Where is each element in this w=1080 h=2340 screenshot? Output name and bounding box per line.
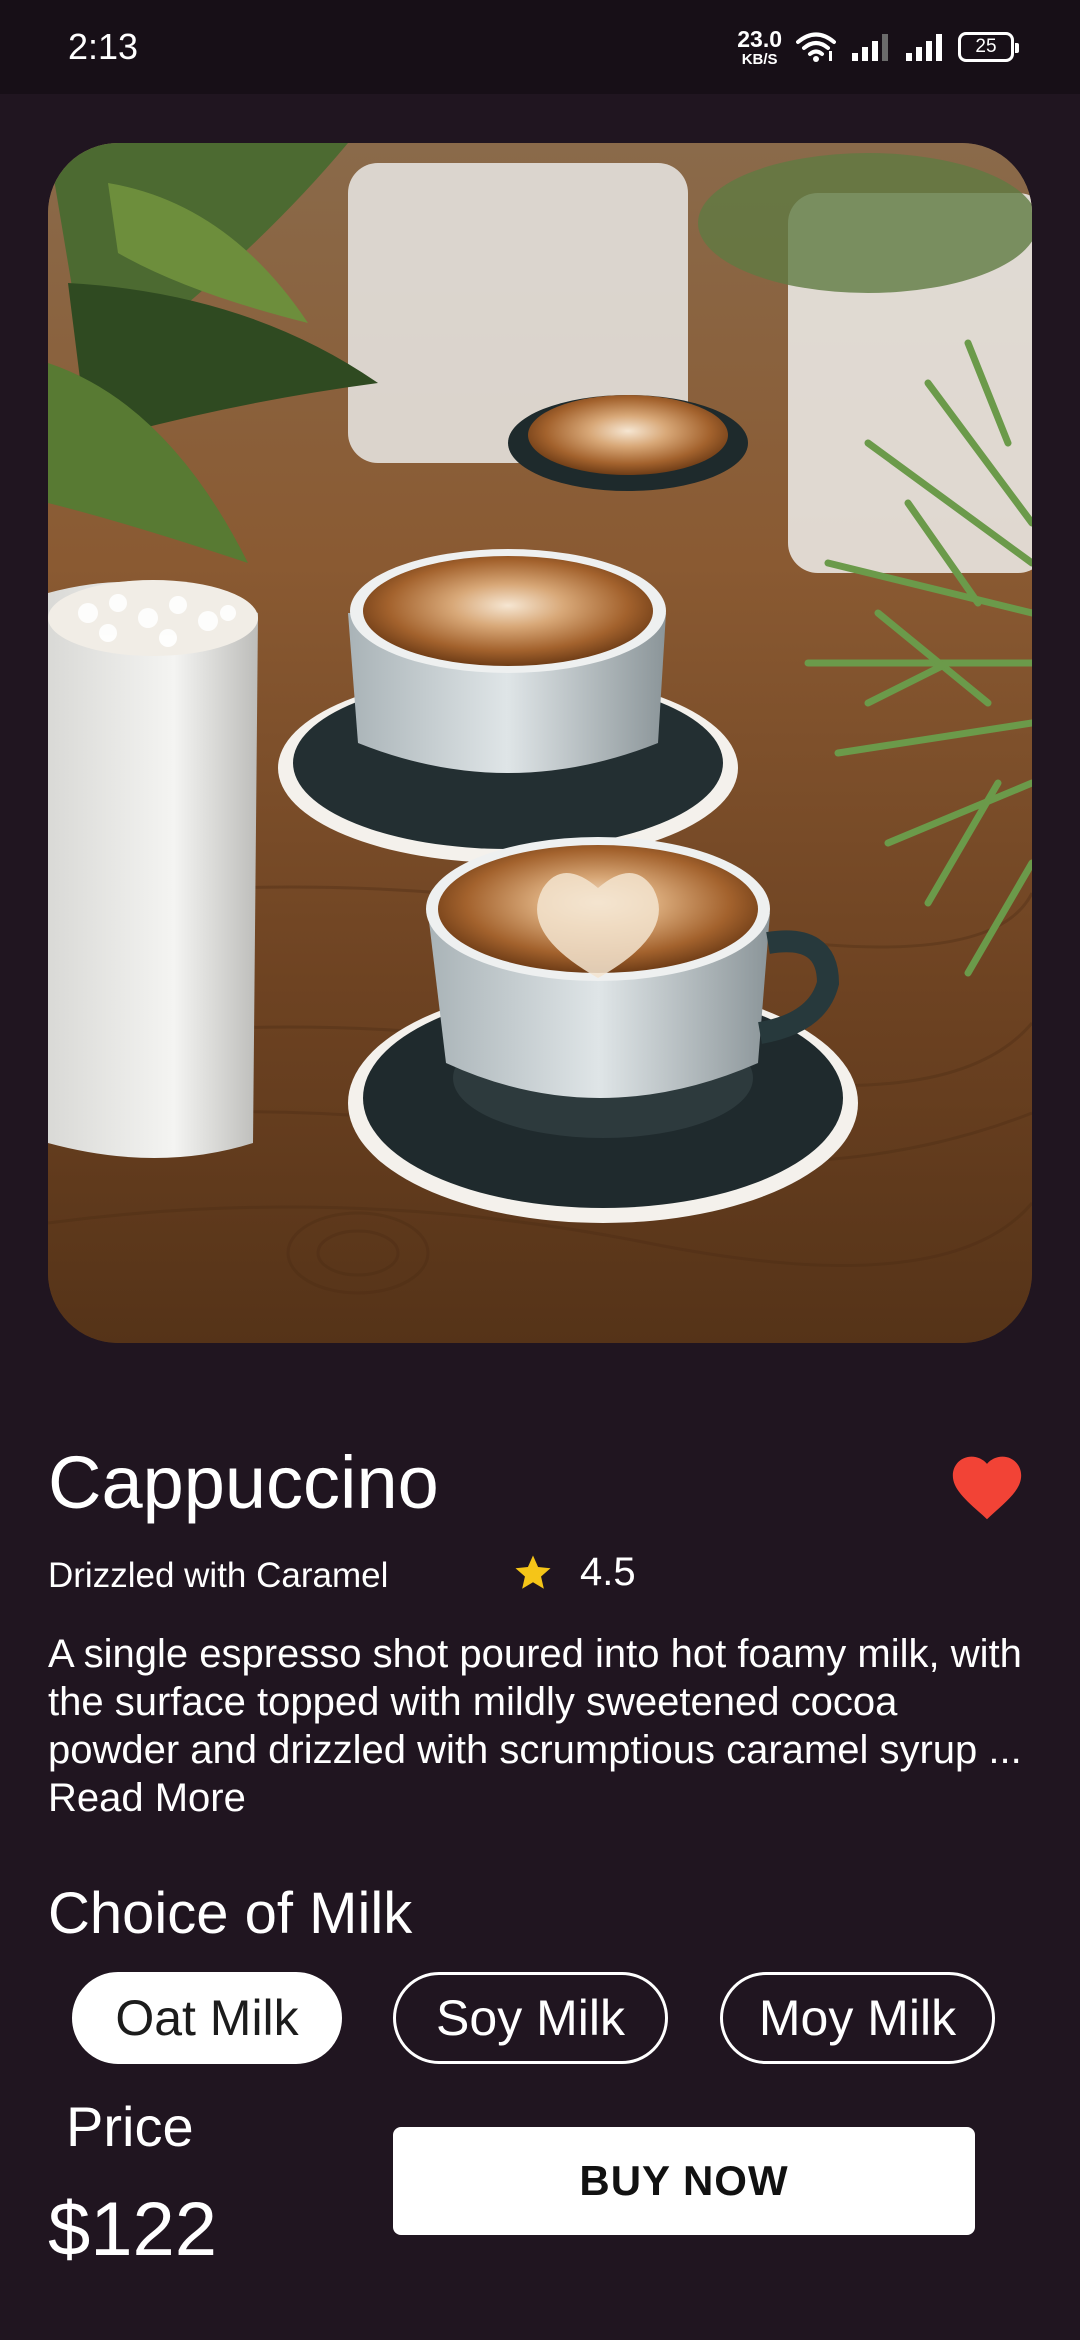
network-speed-unit: KB/S xyxy=(741,50,778,68)
milk-option-moy[interactable]: Moy Milk xyxy=(720,1972,995,2064)
star-icon xyxy=(515,1555,551,1589)
buy-now-button[interactable]: BUY NOW xyxy=(393,2127,975,2235)
status-time: 2:13 xyxy=(68,26,139,67)
milk-option-soy[interactable]: Soy Milk xyxy=(393,1972,668,2064)
favorite-heart-icon[interactable] xyxy=(946,1446,1028,1522)
signal-icon xyxy=(906,34,942,61)
description-text: A single espresso shot poured into hot f… xyxy=(48,1632,1022,1772)
wifi-icon xyxy=(796,32,836,62)
coffee-photo xyxy=(48,143,1032,1343)
signal-icon xyxy=(852,34,888,61)
status-icons: 23.0 KB/S 25 xyxy=(737,22,1019,72)
product-description: A single espresso shot poured into hot f… xyxy=(48,1630,1028,1822)
battery-icon: 25 xyxy=(958,32,1019,62)
milk-option-oat[interactable]: Oat Milk xyxy=(72,1972,342,2064)
price-value: $122 xyxy=(48,2187,218,2272)
product-title: Cappuccino xyxy=(48,1441,439,1524)
price-label: Price xyxy=(66,2095,194,2158)
product-detail-screen: 2:13 23.0 KB/S 25 Cappuccino Drizzled wi… xyxy=(0,0,1080,2340)
milk-section-title: Choice of Milk xyxy=(48,1881,413,1946)
read-more-link[interactable]: Read More xyxy=(48,1776,246,1820)
rating-value: 4.5 xyxy=(580,1550,636,1594)
network-speed-value: 23.0 xyxy=(737,25,782,52)
network-speed: 23.0 KB/S xyxy=(737,25,782,68)
product-subtitle: Drizzled with Caramel xyxy=(48,1556,389,1595)
product-rating: 4.5 xyxy=(512,1550,636,1595)
status-bar: 2:13 23.0 KB/S 25 xyxy=(0,0,1080,94)
